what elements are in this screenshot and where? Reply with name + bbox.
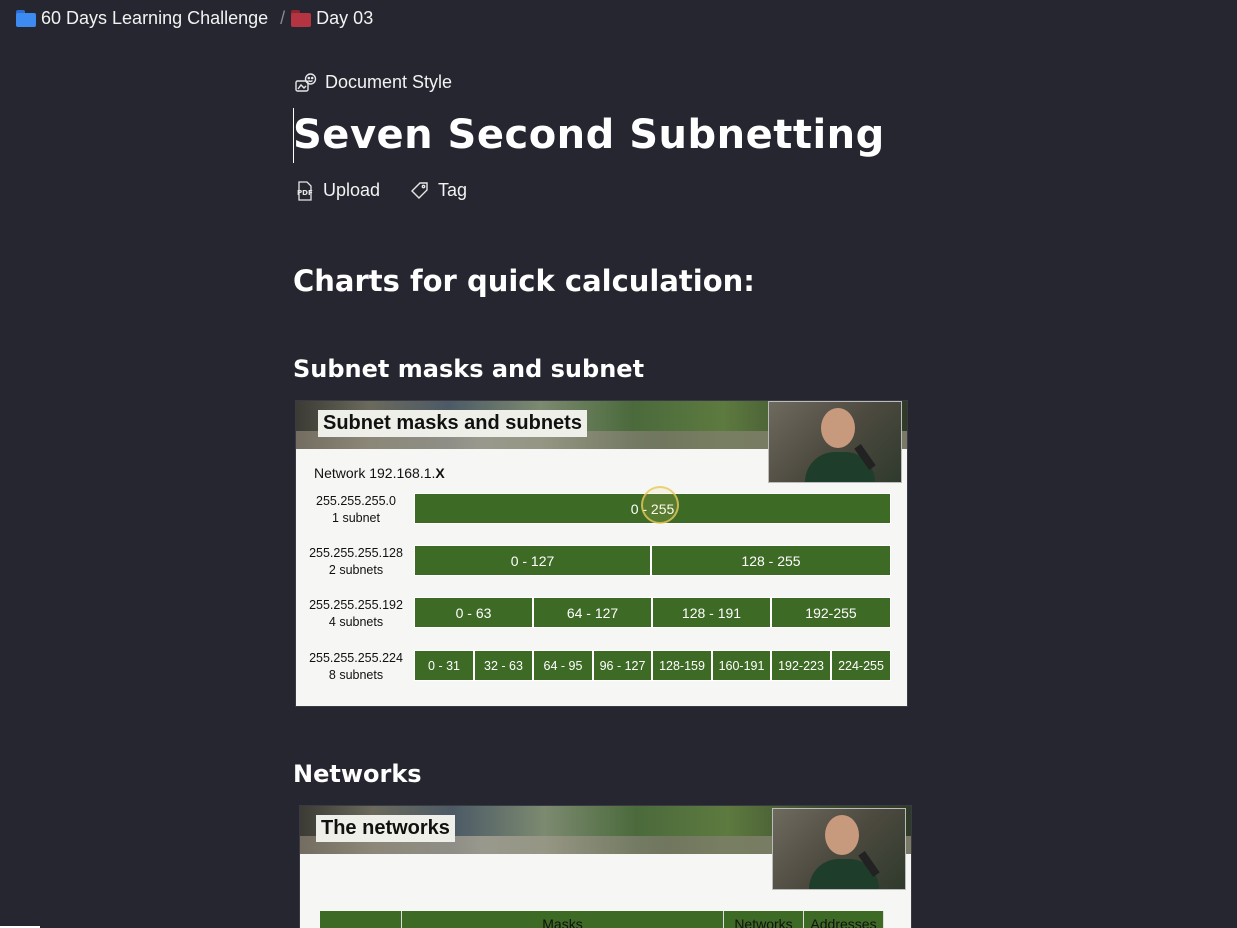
folder-blue-icon xyxy=(16,10,36,27)
pdf-upload-icon: PDF xyxy=(297,180,313,201)
range-cell: 0 - 127 xyxy=(414,545,651,576)
slide-title: The networks xyxy=(316,815,455,842)
mask-label: 255.255.255.192 4 subnets xyxy=(309,598,403,629)
range-cell: 192-223 xyxy=(771,650,831,681)
slide-title: Subnet masks and subnets xyxy=(318,410,587,437)
mask-label: 255.255.255.128 2 subnets xyxy=(309,546,403,577)
table-header-cell: Addresses xyxy=(804,911,884,928)
breadcrumb-root[interactable]: 60 Days Learning Challenge xyxy=(41,8,268,29)
presenter-webcam xyxy=(768,401,902,483)
range-cell: 128-159 xyxy=(652,650,712,681)
subnet-masks-image[interactable]: Subnet masks and subnets Network 192.168… xyxy=(296,401,907,706)
range-cell: 192-255 xyxy=(771,597,891,628)
table-header-cell: Masks xyxy=(402,911,724,928)
cursor-highlight xyxy=(641,486,679,524)
mask-label: 255.255.255.0 1 subnet xyxy=(316,494,396,525)
folder-red-icon xyxy=(291,10,312,27)
page-actions: PDF Upload Tag xyxy=(295,180,497,201)
range-cell: 96 - 127 xyxy=(593,650,652,681)
range-cell: 64 - 95 xyxy=(533,650,593,681)
breadcrumb-current[interactable]: Day 03 xyxy=(316,8,373,29)
document-style-button[interactable]: Document Style xyxy=(295,72,452,93)
networks-image[interactable]: The networks Masks Networks Addresses xyxy=(300,806,911,928)
table-header-cell: Networks xyxy=(724,911,804,928)
upload-button[interactable]: PDF Upload xyxy=(295,180,380,201)
tag-button[interactable]: Tag xyxy=(410,180,467,201)
document-style-icon xyxy=(295,72,317,92)
range-cell: 64 - 127 xyxy=(533,597,652,628)
heading-networks[interactable]: Networks xyxy=(293,760,422,788)
page-title[interactable]: Seven Second Subnetting xyxy=(293,112,885,158)
range-cell: 224-255 xyxy=(831,650,891,681)
network-label: Network 192.168.1.X xyxy=(314,465,445,481)
range-cell: 128 - 191 xyxy=(652,597,771,628)
tag-label: Tag xyxy=(438,180,468,200)
range-cell: 0 - 63 xyxy=(414,597,533,628)
mask-label: 255.255.255.224 8 subnets xyxy=(309,651,403,682)
upload-label: Upload xyxy=(323,180,381,200)
range-cell: 128 - 255 xyxy=(651,545,891,576)
tag-icon xyxy=(411,181,428,199)
document-style-label: Document Style xyxy=(325,72,453,92)
range-cell: 160-191 xyxy=(712,650,771,681)
range-cell: 0 - 31 xyxy=(414,650,474,681)
table-header-cell xyxy=(320,911,402,928)
svg-text:PDF: PDF xyxy=(297,189,313,197)
presenter-webcam xyxy=(772,808,906,890)
breadcrumb: 60 Days Learning Challenge / Day 03 xyxy=(16,6,373,30)
networks-table-header: Masks Networks Addresses xyxy=(320,911,884,928)
heading-charts[interactable]: Charts for quick calculation: xyxy=(293,264,755,298)
breadcrumb-separator: / xyxy=(280,7,286,28)
range-cell: 32 - 63 xyxy=(474,650,533,681)
heading-subnet[interactable]: Subnet masks and subnet xyxy=(293,355,644,383)
